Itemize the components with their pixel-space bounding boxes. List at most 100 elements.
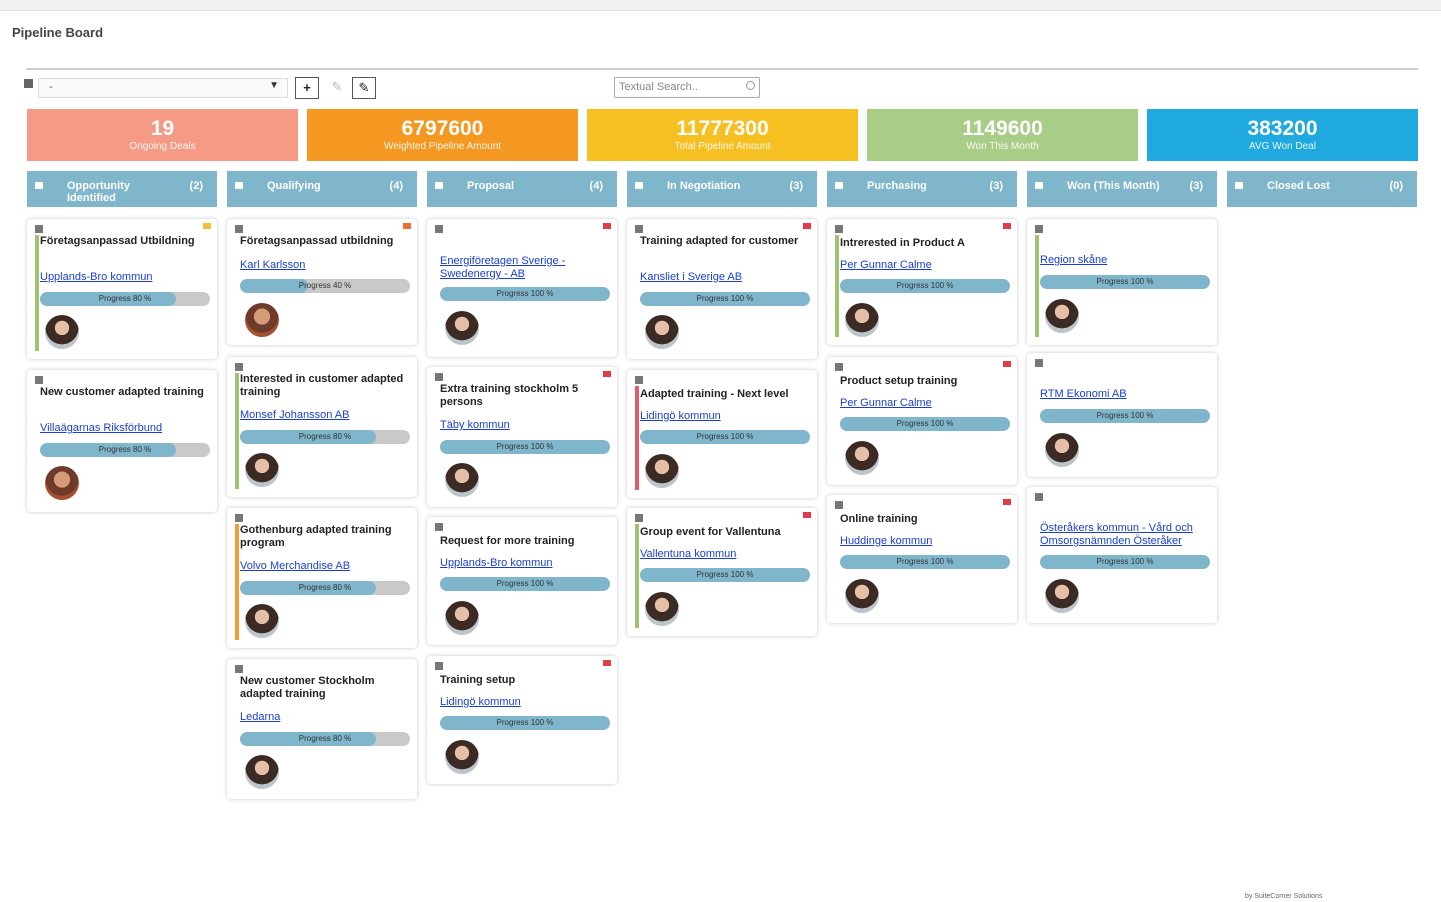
deal-card[interactable]: Training setup Lidingö kommun Progress 1… xyxy=(427,656,617,784)
avatar[interactable] xyxy=(445,463,479,497)
company-link[interactable]: Huddinge kommun xyxy=(840,535,1009,548)
company-link[interactable]: Lidingö kommun xyxy=(640,410,809,423)
avatar[interactable] xyxy=(845,579,879,613)
avatar[interactable] xyxy=(645,454,679,488)
card-menu-icon[interactable] xyxy=(635,514,643,522)
company-link[interactable]: Vallentuna kommun xyxy=(640,548,809,561)
avatar[interactable] xyxy=(645,592,679,626)
avatar[interactable] xyxy=(445,601,479,635)
deal-card[interactable]: Interested in customer adapted training … xyxy=(227,357,417,497)
avatar[interactable] xyxy=(845,303,879,337)
card-menu-icon[interactable] xyxy=(835,363,843,371)
avatar[interactable] xyxy=(1045,579,1079,613)
deal-card[interactable]: Region skåne Progress 100 % xyxy=(1027,219,1217,345)
edit-button[interactable]: ✎ xyxy=(352,77,376,99)
card-menu-icon[interactable] xyxy=(835,225,843,233)
deal-card[interactable]: Product setup training Per Gunnar Calme … xyxy=(827,357,1017,485)
stage-menu-icon[interactable] xyxy=(235,182,243,189)
deal-card[interactable]: Företagsanpassad utbildning Karl Karlsso… xyxy=(227,219,417,345)
company-link[interactable]: Per Gunnar Calme xyxy=(840,259,1009,272)
avatar[interactable] xyxy=(645,315,679,349)
deal-card[interactable]: Österåkers kommun - Vård och Omsorgsnämn… xyxy=(1027,487,1217,623)
avatar[interactable] xyxy=(245,303,279,337)
avatar[interactable] xyxy=(445,311,479,345)
card-menu-icon[interactable] xyxy=(1035,225,1043,233)
stage-menu-icon[interactable] xyxy=(435,182,443,189)
card-menu-icon[interactable] xyxy=(435,662,443,670)
deal-card[interactable]: New customer Stockholm adapted training … xyxy=(227,659,417,799)
company-link[interactable]: Lidingö kommun xyxy=(440,696,609,709)
company-link[interactable]: Upplands-Bro kommun xyxy=(40,271,209,284)
deal-card[interactable]: Energiföretagen Sverige - Swedenergy - A… xyxy=(427,219,617,357)
search-input[interactable]: Textual Search.. xyxy=(614,77,760,98)
avatar[interactable] xyxy=(245,604,279,638)
stage-won-this-month[interactable]: Won (This Month) (3) xyxy=(1027,171,1217,207)
deal-card[interactable]: Extra training stockholm 5 persons Täby … xyxy=(427,367,617,507)
company-link[interactable]: Per Gunnar Calme xyxy=(840,397,1009,410)
avatar[interactable] xyxy=(245,755,279,789)
card-menu-icon[interactable] xyxy=(35,225,43,233)
avatar[interactable] xyxy=(245,453,279,487)
card-menu-icon[interactable] xyxy=(435,373,443,381)
avatar[interactable] xyxy=(845,441,879,475)
card-menu-icon[interactable] xyxy=(635,376,643,384)
card-menu-icon[interactable] xyxy=(235,225,243,233)
deal-card[interactable]: Group event for Vallentuna Vallentuna ko… xyxy=(627,508,817,636)
company-link[interactable]: Kansliet i Sverige AB xyxy=(640,271,809,284)
deal-card[interactable]: Online training Huddinge kommun Progress… xyxy=(827,495,1017,623)
card-menu-icon[interactable] xyxy=(435,225,443,233)
stage-purchasing[interactable]: Purchasing (3) xyxy=(827,171,1017,207)
stage-menu-icon[interactable] xyxy=(35,182,43,189)
add-button[interactable]: + xyxy=(295,77,319,99)
card-menu-icon[interactable] xyxy=(235,665,243,673)
stage-menu-icon[interactable] xyxy=(635,182,643,189)
stage-menu-icon[interactable] xyxy=(1035,182,1043,189)
company-link[interactable]: Volvo Merchandise AB xyxy=(240,560,409,573)
deal-card[interactable]: New customer adapted training Villaägarn… xyxy=(27,370,217,512)
stage-menu-icon[interactable] xyxy=(835,182,843,189)
search-icon[interactable] xyxy=(746,81,755,90)
menu-icon[interactable] xyxy=(24,79,33,88)
avatar[interactable] xyxy=(445,740,479,774)
stage-opportunity-identified[interactable]: Opportunity Identified (2) xyxy=(27,171,217,207)
card-menu-icon[interactable] xyxy=(435,523,443,531)
stage-closed-lost[interactable]: Closed Lost (0) xyxy=(1227,171,1417,207)
stage-count: (2) xyxy=(189,180,203,192)
deal-card[interactable]: RTM Ekonomi AB Progress 100 % xyxy=(1027,353,1217,477)
company-link[interactable]: Villaägarnas Riksförbund xyxy=(40,422,209,435)
avatar[interactable] xyxy=(1045,433,1079,467)
view-select[interactable]: - ▼ xyxy=(38,78,288,98)
card-menu-icon[interactable] xyxy=(835,501,843,509)
card-accent xyxy=(235,373,239,489)
company-link[interactable]: Täby kommun xyxy=(440,419,609,432)
card-menu-icon[interactable] xyxy=(35,376,43,384)
company-link[interactable]: Region skåne xyxy=(1040,254,1209,267)
progress-bar: Progress 100 % xyxy=(640,568,810,582)
stage-qualifying[interactable]: Qualifying (4) xyxy=(227,171,417,207)
company-link[interactable]: RTM Ekonomi AB xyxy=(1040,388,1209,401)
company-link[interactable]: Ledarna xyxy=(240,711,409,724)
stage-proposal[interactable]: Proposal (4) xyxy=(427,171,617,207)
avatar[interactable] xyxy=(45,315,79,349)
company-link[interactable]: Upplands-Bro kommun xyxy=(440,557,609,570)
company-link[interactable]: Monsef Johansson AB xyxy=(240,409,409,422)
deal-card[interactable]: Intrerested in Product A Per Gunnar Calm… xyxy=(827,219,1017,345)
deal-card[interactable]: Request for more training Upplands-Bro k… xyxy=(427,517,617,645)
stage-menu-icon[interactable] xyxy=(1235,182,1243,189)
deal-card[interactable]: Företagsanpassad Utbildning Upplands-Bro… xyxy=(27,219,217,359)
company-link[interactable]: Österåkers kommun - Vård och Omsorgsnämn… xyxy=(1040,522,1209,548)
card-menu-icon[interactable] xyxy=(635,225,643,233)
avatar[interactable] xyxy=(45,466,79,500)
deal-card[interactable]: Training adapted for customer Kansliet i… xyxy=(627,219,817,359)
company-link[interactable]: Energiföretagen Sverige - Swedenergy - A… xyxy=(440,255,609,281)
deal-card[interactable]: Adapted training - Next level Lidingö ko… xyxy=(627,370,817,498)
stage-count: (4) xyxy=(589,180,603,192)
card-menu-icon[interactable] xyxy=(1035,493,1043,501)
card-menu-icon[interactable] xyxy=(1035,359,1043,367)
card-menu-icon[interactable] xyxy=(235,514,243,522)
card-menu-icon[interactable] xyxy=(235,363,243,371)
avatar[interactable] xyxy=(1045,299,1079,333)
stage-in-negotiation[interactable]: In Negotiation (3) xyxy=(627,171,817,207)
deal-card[interactable]: Gothenburg adapted training program Volv… xyxy=(227,508,417,648)
company-link[interactable]: Karl Karlsson xyxy=(240,259,409,272)
